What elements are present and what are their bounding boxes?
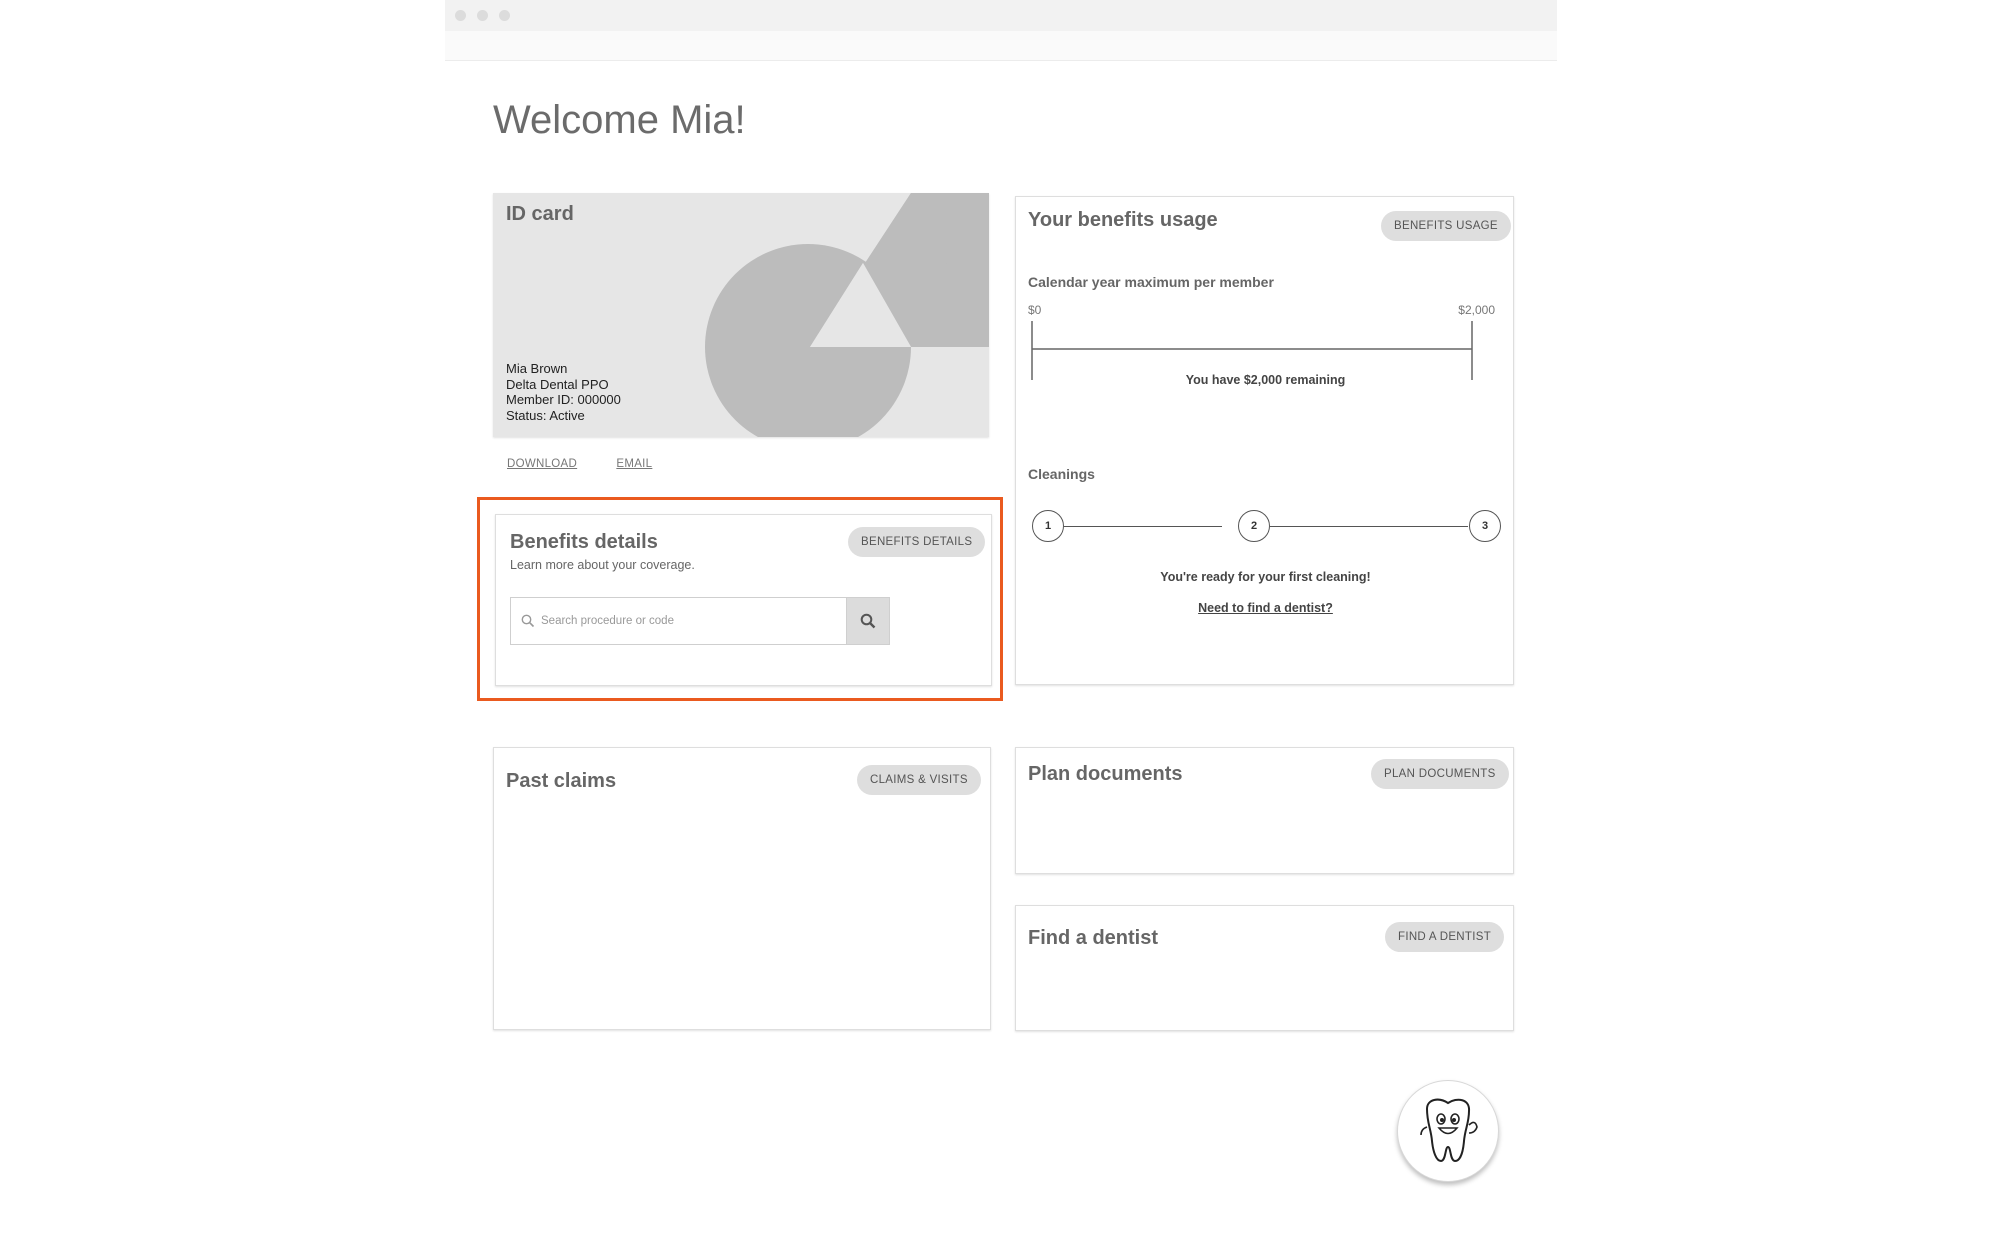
find-dentist-button[interactable]: FIND A DENTIST <box>1385 922 1505 952</box>
window-minimize-dot[interactable] <box>477 10 488 21</box>
find-dentist-title: Find a dentist <box>1028 927 1158 949</box>
plan-documents-button[interactable]: PLAN DOCUMENTS <box>1371 759 1509 789</box>
member-status: Status: Active <box>506 407 585 423</box>
member-id: Member ID: 000000 <box>506 392 621 407</box>
min-amount: $0 <box>1028 303 1042 317</box>
highlight-box <box>477 497 1003 701</box>
benefits-usage-title: Your benefits usage <box>1028 209 1218 231</box>
cleaning-step-2: 2 <box>1238 510 1270 542</box>
id-card-title: ID card <box>506 203 574 225</box>
max-amount: $2,000 <box>1458 303 1495 317</box>
tracker-line-2 <box>1270 526 1468 527</box>
tooth-mascot-icon <box>1420 1098 1478 1163</box>
cleanings-label: Cleanings <box>1028 466 1095 482</box>
remaining-text: You have $2,000 remaining <box>1185 373 1346 387</box>
find-dentist-card: Find a dentist FIND A DENTIST <box>1015 905 1514 1031</box>
window-close-dot[interactable] <box>455 10 466 21</box>
member-name: Mia Brown <box>506 361 568 376</box>
id-card: ID card Mia Brown Delta Dental PPO Membe… <box>493 193 989 437</box>
maximum-label: Calendar year maximum per member <box>1028 274 1274 290</box>
email-link[interactable]: EMAIL <box>616 458 652 470</box>
cleaning-step-3: 3 <box>1469 510 1501 542</box>
maximum-bar <box>1031 321 1473 380</box>
id-card-info: Mia Brown Delta Dental PPO Member ID: 00… <box>506 361 621 423</box>
benefits-usage-button[interactable]: BENEFITS USAGE <box>1381 211 1511 241</box>
toolbar-strip <box>445 31 1557 61</box>
cleaning-step-1: 1 <box>1032 510 1064 542</box>
tooth-mascot-button[interactable] <box>1397 1080 1499 1182</box>
title-bar <box>445 0 1557 31</box>
id-card-actions: DOWNLOAD EMAIL <box>507 458 688 470</box>
benefits-usage-card: Your benefits usage BENEFITS USAGE Calen… <box>1015 196 1514 685</box>
browser-window: Welcome Mia! ID card Mia Brown Delta Den… <box>445 0 1557 1252</box>
download-link[interactable]: DOWNLOAD <box>507 458 577 470</box>
window-zoom-dot[interactable] <box>499 10 510 21</box>
plan-documents-title: Plan documents <box>1028 763 1183 785</box>
past-claims-card: Past claims CLAIMS & VISITS <box>493 747 991 1030</box>
claims-visits-button[interactable]: CLAIMS & VISITS <box>857 765 981 795</box>
find-dentist-link[interactable]: Need to find a dentist? <box>1016 601 1515 615</box>
plan-documents-card: Plan documents PLAN DOCUMENTS <box>1015 747 1514 874</box>
tracker-line-1 <box>1064 526 1222 527</box>
page-title: Welcome Mia! <box>493 98 746 142</box>
plan-name: Delta Dental PPO <box>506 376 609 392</box>
past-claims-title: Past claims <box>506 770 617 792</box>
cleanings-message: You're ready for your first cleaning! <box>1160 570 1371 584</box>
